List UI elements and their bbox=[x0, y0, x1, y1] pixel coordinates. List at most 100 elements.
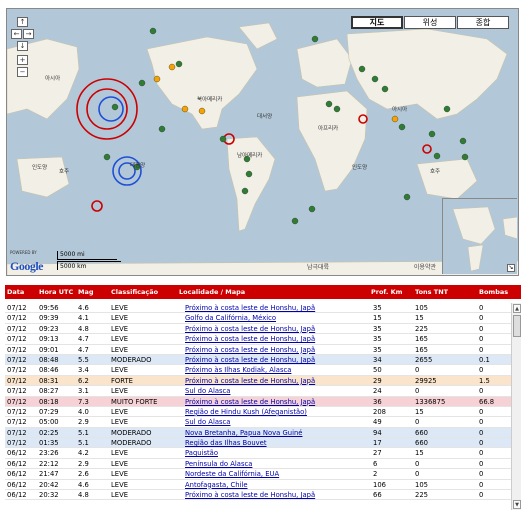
quake-marker[interactable] bbox=[241, 187, 249, 195]
label-antarctica: 남극대륙 bbox=[307, 264, 330, 271]
cell-time: 09:01 bbox=[39, 345, 59, 354]
quake-marker[interactable] bbox=[428, 130, 436, 138]
cell-tnt: 0 bbox=[415, 366, 420, 375]
pan-down-button[interactable]: ↓ bbox=[17, 41, 28, 51]
cell-time: 08:31 bbox=[39, 376, 59, 385]
scroll-up-icon[interactable]: ▲ bbox=[513, 304, 521, 313]
google-logo[interactable]: POWERED BY Google bbox=[10, 250, 54, 273]
cell-bombs: 0 bbox=[479, 314, 484, 323]
zoom-out-button[interactable]: − bbox=[17, 67, 28, 77]
cell-location[interactable]: Próximo à costa leste de Honshu, Japã bbox=[185, 490, 315, 500]
quake-marker[interactable] bbox=[403, 193, 411, 201]
cell-tnt: 2655 bbox=[415, 355, 433, 364]
label-asia-east: 아시아 bbox=[392, 107, 408, 113]
cell-location[interactable]: Próximo à costa leste de Honshu, Japã bbox=[185, 334, 315, 344]
quake-marker[interactable] bbox=[153, 75, 161, 83]
cell-location[interactable]: Golfo da Califórnia, México bbox=[185, 313, 276, 323]
cell-tnt: 165 bbox=[415, 335, 428, 344]
cell-tnt: 105 bbox=[415, 480, 428, 489]
quake-marker[interactable] bbox=[111, 103, 119, 111]
map-type-satellite-button[interactable]: 위성 bbox=[404, 16, 456, 29]
pan-up-button[interactable]: ↑ bbox=[17, 17, 28, 27]
quake-marker[interactable] bbox=[245, 170, 253, 178]
quake-marker[interactable] bbox=[371, 75, 379, 83]
cell-location[interactable]: Paquistão bbox=[185, 448, 218, 458]
table-row: 07/12 09:13 4.7 LEVE Próximo à costa leste d… bbox=[5, 334, 511, 345]
quake-marker[interactable] bbox=[433, 152, 441, 160]
cell-class: LEVE bbox=[111, 480, 129, 489]
quake-marker[interactable] bbox=[461, 153, 469, 161]
cell-mag: 4.0 bbox=[78, 407, 89, 416]
table-row: 07/12 08:48 5.5 MODERADO Próximo à costa les… bbox=[5, 354, 511, 366]
scale-kilometers: 5000 km bbox=[57, 261, 121, 270]
quake-marker[interactable] bbox=[149, 27, 157, 35]
cell-location[interactable]: Próximo à costa leste de Honshu, Japã bbox=[185, 345, 315, 355]
quake-marker[interactable] bbox=[219, 135, 227, 143]
quake-marker[interactable] bbox=[158, 125, 166, 133]
quake-marker[interactable] bbox=[168, 63, 176, 71]
pan-right-button[interactable]: → bbox=[23, 29, 34, 39]
cell-class: LEVE bbox=[111, 387, 129, 396]
cell-depth: 35 bbox=[373, 304, 382, 312]
pan-left-button[interactable]: ← bbox=[11, 29, 22, 39]
table-row: 06/12 23:26 4.2 LEVE Paquistão 27 15 0 bbox=[5, 448, 511, 459]
cell-location[interactable]: Próximo à costa leste de Honshu, Japã bbox=[185, 376, 315, 386]
cell-location[interactable]: Próximo à costa leste de Honshu, Japã bbox=[185, 397, 315, 407]
quake-marker[interactable] bbox=[103, 153, 111, 161]
col-tnt: Tons TNT bbox=[415, 288, 449, 296]
overview-collapse-icon[interactable]: ↘ bbox=[507, 264, 515, 272]
quake-marker[interactable] bbox=[398, 123, 406, 131]
cell-tnt: 0 bbox=[415, 387, 420, 396]
cell-location[interactable]: Antofagasta, Chile bbox=[185, 480, 248, 490]
quake-marker[interactable] bbox=[325, 100, 333, 108]
cell-time: 20:32 bbox=[39, 491, 59, 500]
cell-date: 06/12 bbox=[7, 470, 27, 479]
cell-depth: 106 bbox=[373, 480, 386, 489]
terms-of-use-link[interactable]: 이용약관 bbox=[414, 262, 436, 271]
quake-marker[interactable] bbox=[311, 35, 319, 43]
cell-date: 07/12 bbox=[7, 418, 27, 427]
quake-marker[interactable] bbox=[291, 217, 299, 225]
table-scrollbar[interactable]: ▲ ▼ bbox=[511, 303, 521, 510]
cell-class: LEVE bbox=[111, 449, 129, 458]
quake-marker[interactable] bbox=[181, 105, 189, 113]
cell-bombs: 0 bbox=[479, 304, 484, 312]
cell-tnt: 29925 bbox=[415, 376, 437, 385]
cell-location[interactable]: Nordeste da Califórnia, EUA bbox=[185, 469, 279, 479]
cell-bombs: 0 bbox=[479, 439, 484, 448]
cell-location[interactable]: Sul do Alasca bbox=[185, 386, 230, 396]
quake-marker[interactable] bbox=[459, 137, 467, 145]
zoom-in-button[interactable]: + bbox=[17, 55, 28, 65]
quake-marker[interactable] bbox=[175, 60, 183, 68]
quake-marker[interactable] bbox=[358, 65, 366, 73]
table-row: 07/12 08:46 3.4 LEVE Próximo às Ilhas Kodiak… bbox=[5, 365, 511, 376]
map-type-map-button[interactable]: 지도 bbox=[351, 16, 403, 29]
quake-marker[interactable] bbox=[333, 105, 341, 113]
cell-location[interactable]: Próximo à costa leste de Honshu, Japã bbox=[185, 355, 315, 365]
quake-marker[interactable] bbox=[443, 105, 451, 113]
cell-time: 08:46 bbox=[39, 366, 59, 375]
cell-location[interactable]: Península do Alasca bbox=[185, 459, 252, 469]
cell-class: LEVE bbox=[111, 335, 129, 344]
scroll-down-icon[interactable]: ▼ bbox=[513, 500, 521, 509]
cell-time: 09:23 bbox=[39, 324, 59, 333]
map-type-hybrid-button[interactable]: 종합 bbox=[457, 16, 509, 29]
earthquake-map[interactable]: ↑ ← → ↓ + − 지도 위성 종합 아시아 북아메리카 대서양 아프리카 … bbox=[6, 8, 519, 276]
cell-bombs: 1.5 bbox=[479, 376, 490, 385]
cell-location[interactable]: Nova Bretanha, Papua Nova Guiné bbox=[185, 428, 302, 438]
quake-marker[interactable] bbox=[308, 205, 316, 213]
cell-location[interactable]: Sul do Alasca bbox=[185, 417, 230, 427]
cell-mag: 4.7 bbox=[78, 335, 89, 344]
scrollbar-thumb[interactable] bbox=[513, 315, 521, 337]
cell-mag: 5.5 bbox=[78, 355, 89, 364]
cell-location[interactable]: Próximo às Ilhas Kodiak, Alasca bbox=[185, 365, 291, 375]
cell-location[interactable]: Próximo à costa leste de Honshu, Japã bbox=[185, 303, 315, 313]
quake-marker[interactable] bbox=[198, 107, 206, 115]
cell-location[interactable]: Região das Ilhas Bouvet bbox=[185, 438, 267, 448]
quake-marker[interactable] bbox=[381, 85, 389, 93]
quake-marker[interactable] bbox=[391, 115, 399, 123]
overview-map[interactable]: ↘ bbox=[442, 198, 517, 274]
cell-location[interactable]: Próximo à costa leste de Honshu, Japã bbox=[185, 324, 315, 334]
cell-location[interactable]: Região de Hindu Kush (Afeganistão) bbox=[185, 407, 307, 417]
quake-marker[interactable] bbox=[138, 79, 146, 87]
